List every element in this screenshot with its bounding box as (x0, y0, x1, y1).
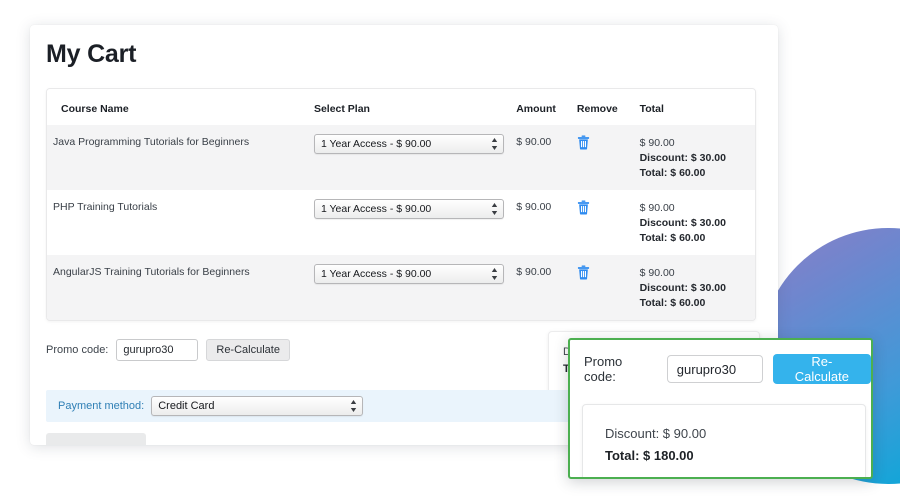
column-header-total: Total (633, 89, 755, 125)
total-discount: Discount: $ 30.00 (639, 282, 726, 294)
plan-select[interactable]: 1 Year Access - $ 90.00 (313, 264, 504, 284)
trash-icon[interactable] (577, 200, 590, 215)
cell-remove (570, 255, 634, 320)
callout-summary-card: Discount: $ 90.00 Total: $ 180.00 (582, 404, 866, 477)
total-discount: Discount: $ 30.00 (639, 217, 726, 229)
zoom-callout: Promo code: Re-Calculate Discount: $ 90.… (568, 338, 873, 479)
promo-code-label: Promo code: (46, 344, 109, 356)
plan-select[interactable]: 1 Year Access - $ 90.00 (313, 134, 504, 154)
checkout-button-partial[interactable] (46, 433, 146, 445)
total-discount: Discount: $ 30.00 (639, 152, 726, 164)
payment-method-select[interactable]: Credit Card (151, 396, 364, 416)
total-net: Total: $ 60.00 (639, 167, 706, 179)
screenshot-root: My Cart Course Name Select Plan Amount R… (0, 0, 900, 500)
cell-amount: $ 90.00 (510, 125, 571, 190)
plan-select-wrapper[interactable]: 1 Year Access - $ 90.00 (313, 264, 504, 284)
page-title: My Cart (46, 40, 137, 68)
total-amount: $ 90.00 (639, 202, 675, 214)
cell-select-plan: 1 Year Access - $ 90.00 (307, 125, 511, 190)
callout-recalculate-button[interactable]: Re-Calculate (772, 354, 871, 384)
cell-select-plan: 1 Year Access - $ 90.00 (307, 255, 511, 320)
cell-total: $ 90.00 Discount: $ 30.00 Total: $ 60.00 (633, 125, 755, 190)
trash-icon[interactable] (577, 265, 590, 280)
callout-promo-label: Promo code: (584, 354, 623, 384)
column-header-select-plan: Select Plan (307, 89, 511, 125)
column-header-course-name: Course Name (47, 89, 308, 125)
column-header-remove: Remove (570, 89, 634, 125)
trash-icon[interactable] (577, 135, 590, 150)
table-row: AngularJS Training Tutorials for Beginne… (47, 255, 755, 320)
column-header-amount: Amount (510, 89, 571, 125)
cell-course-name: AngularJS Training Tutorials for Beginne… (47, 255, 308, 320)
recalculate-button[interactable]: Re-Calculate (206, 339, 290, 361)
plan-select-wrapper[interactable]: 1 Year Access - $ 90.00 (313, 134, 504, 154)
cell-remove (570, 125, 634, 190)
table-header-row: Course Name Select Plan Amount Remove To… (47, 89, 755, 125)
callout-total: Total: $ 180.00 (605, 448, 694, 463)
total-amount: $ 90.00 (639, 267, 675, 279)
cart-table-head: Course Name Select Plan Amount Remove To… (47, 89, 755, 125)
total-net: Total: $ 60.00 (639, 232, 706, 244)
cart-table-card: Course Name Select Plan Amount Remove To… (46, 88, 756, 321)
table-row: Java Programming Tutorials for Beginners… (47, 125, 755, 190)
cart-table-body: Java Programming Tutorials for Beginners… (47, 125, 755, 320)
payment-method-label: Payment method: (58, 400, 145, 412)
cell-total: $ 90.00 Discount: $ 30.00 Total: $ 60.00 (633, 255, 755, 320)
cell-course-name: PHP Training Tutorials (53, 201, 158, 213)
callout-promo-input[interactable] (666, 355, 763, 383)
promo-code-input[interactable] (116, 339, 199, 361)
cell-amount: $ 90.00 (516, 201, 552, 213)
cart-table: Course Name Select Plan Amount Remove To… (47, 89, 755, 320)
cell-total: $ 90.00 Discount: $ 30.00 Total: $ 60.00 (634, 190, 755, 255)
payment-select-wrapper[interactable]: Credit Card (151, 396, 364, 416)
promo-code-row: Promo code: Re-Calculate (46, 339, 290, 361)
total-amount: $ 90.00 (639, 137, 675, 149)
cell-select-plan: 1 Year Access - $ 90.00 (308, 190, 510, 255)
cell-remove (571, 190, 634, 255)
callout-discount: Discount: $ 90.00 (605, 426, 707, 441)
plan-select[interactable]: 1 Year Access - $ 90.00 (313, 199, 504, 219)
cell-amount: $ 90.00 (510, 255, 571, 320)
cell-course-name: Java Programming Tutorials for Beginners (47, 125, 308, 190)
table-row: PHP Training Tutorials 1 Year Access - $… (47, 190, 755, 255)
callout-promo-row: Promo code: Re-Calculate (570, 340, 871, 384)
total-net: Total: $ 60.00 (639, 297, 706, 309)
plan-select-wrapper[interactable]: 1 Year Access - $ 90.00 (313, 199, 504, 219)
